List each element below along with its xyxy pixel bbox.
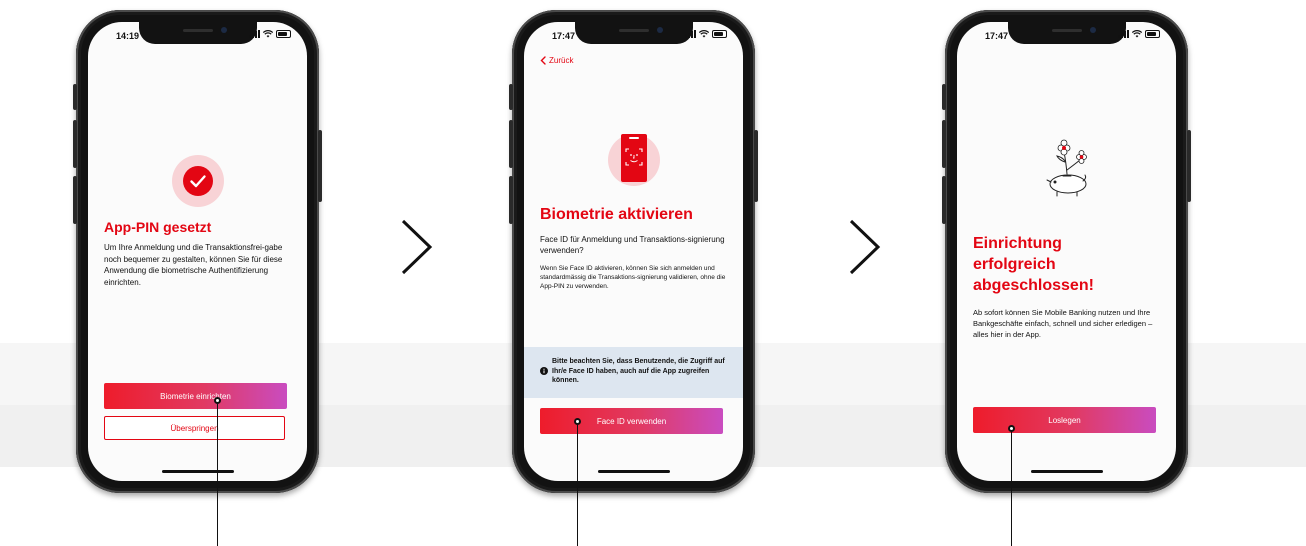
screen-app-pin-set: 14:19 App-PIN gesetzt Um Ihre Anmeldung …	[88, 22, 307, 481]
back-label: Zurück	[549, 56, 574, 65]
power-button	[318, 130, 322, 202]
mute-switch	[942, 84, 946, 110]
info-box: Bitte beachten Sie, dass Benutzende, die…	[524, 347, 743, 398]
phone-frame-1: 14:19 App-PIN gesetzt Um Ihre Anmeldung …	[73, 10, 322, 493]
tap-indicator-line	[1011, 432, 1012, 546]
volume-up-button	[73, 120, 77, 168]
checkmark-circle-icon	[172, 155, 224, 207]
back-button[interactable]: Zurück	[540, 56, 573, 65]
body-text: Um Ihre Anmeldung und die Transaktionsfr…	[104, 243, 283, 287]
phone-frame-3: 17:47 Einrichtung erfolgreich abgeschlos…	[942, 10, 1191, 493]
volume-down-button	[509, 176, 513, 224]
chevron-left-icon	[540, 56, 546, 65]
mute-switch	[509, 84, 513, 110]
tap-indicator	[574, 418, 581, 425]
signal-icon	[249, 30, 260, 38]
battery-icon	[276, 30, 291, 38]
status-time: 17:47	[985, 31, 1009, 41]
info-icon	[540, 367, 548, 375]
status-time: 14:19	[116, 31, 140, 41]
status-icons	[1118, 30, 1160, 38]
home-indicator[interactable]	[161, 470, 234, 473]
setup-biometrics-button[interactable]: Biometrie einrichten	[104, 383, 287, 409]
notch	[574, 22, 693, 44]
chevron-right-icon	[401, 219, 433, 275]
volume-down-button	[942, 176, 946, 224]
phone-frame-2: 17:47 Zurück Biometrie aktivieren Face I…	[509, 10, 758, 493]
wifi-icon	[263, 30, 273, 38]
signal-icon	[1118, 30, 1129, 38]
battery-icon	[712, 30, 727, 38]
face-id-icon	[608, 134, 660, 186]
chevron-right-icon	[849, 219, 881, 275]
volume-up-button	[509, 120, 513, 168]
body-text: Ab sofort können Sie Mobile Banking nutz…	[973, 308, 1153, 339]
screen-activate-biometrics: 17:47 Zurück Biometrie aktivieren Face I…	[524, 22, 743, 481]
tap-indicator-line	[577, 425, 578, 546]
signal-icon	[685, 30, 696, 38]
volume-down-button	[73, 176, 77, 224]
skip-button[interactable]: Überspringen	[104, 416, 285, 440]
page-title: Einrichtung erfolgreich abgeschlossen!	[973, 235, 1094, 294]
notch	[1007, 22, 1126, 44]
tap-indicator	[214, 397, 221, 404]
mute-switch	[73, 84, 77, 110]
page-title: App-PIN gesetzt	[104, 219, 212, 235]
body-text: Wenn Sie Face ID aktivieren, können Sie …	[540, 265, 726, 291]
home-indicator[interactable]	[1030, 470, 1103, 473]
notch	[138, 22, 257, 44]
status-time: 17:47	[552, 31, 576, 41]
info-text: Bitte beachten Sie, dass Benutzende, die…	[552, 358, 725, 384]
get-started-button[interactable]: Loslegen	[973, 407, 1156, 433]
volume-up-button	[942, 120, 946, 168]
tap-indicator	[1008, 425, 1015, 432]
page-title: Biometrie aktivieren	[540, 206, 693, 223]
wifi-icon	[699, 30, 709, 38]
wifi-icon	[1132, 30, 1142, 38]
screen-setup-complete: 17:47 Einrichtung erfolgreich abgeschlos…	[957, 22, 1176, 481]
question-text: Face ID für Anmeldung und Transaktions-s…	[540, 235, 725, 255]
power-button	[1187, 130, 1191, 202]
home-indicator[interactable]	[597, 470, 670, 473]
battery-icon	[1145, 30, 1160, 38]
use-face-id-button[interactable]: Face ID verwenden	[540, 408, 723, 434]
piggy-bank-flower-illustration	[1046, 139, 1087, 197]
status-icons	[685, 30, 727, 38]
status-icons	[249, 30, 291, 38]
tap-indicator-line	[217, 404, 218, 546]
power-button	[754, 130, 758, 202]
